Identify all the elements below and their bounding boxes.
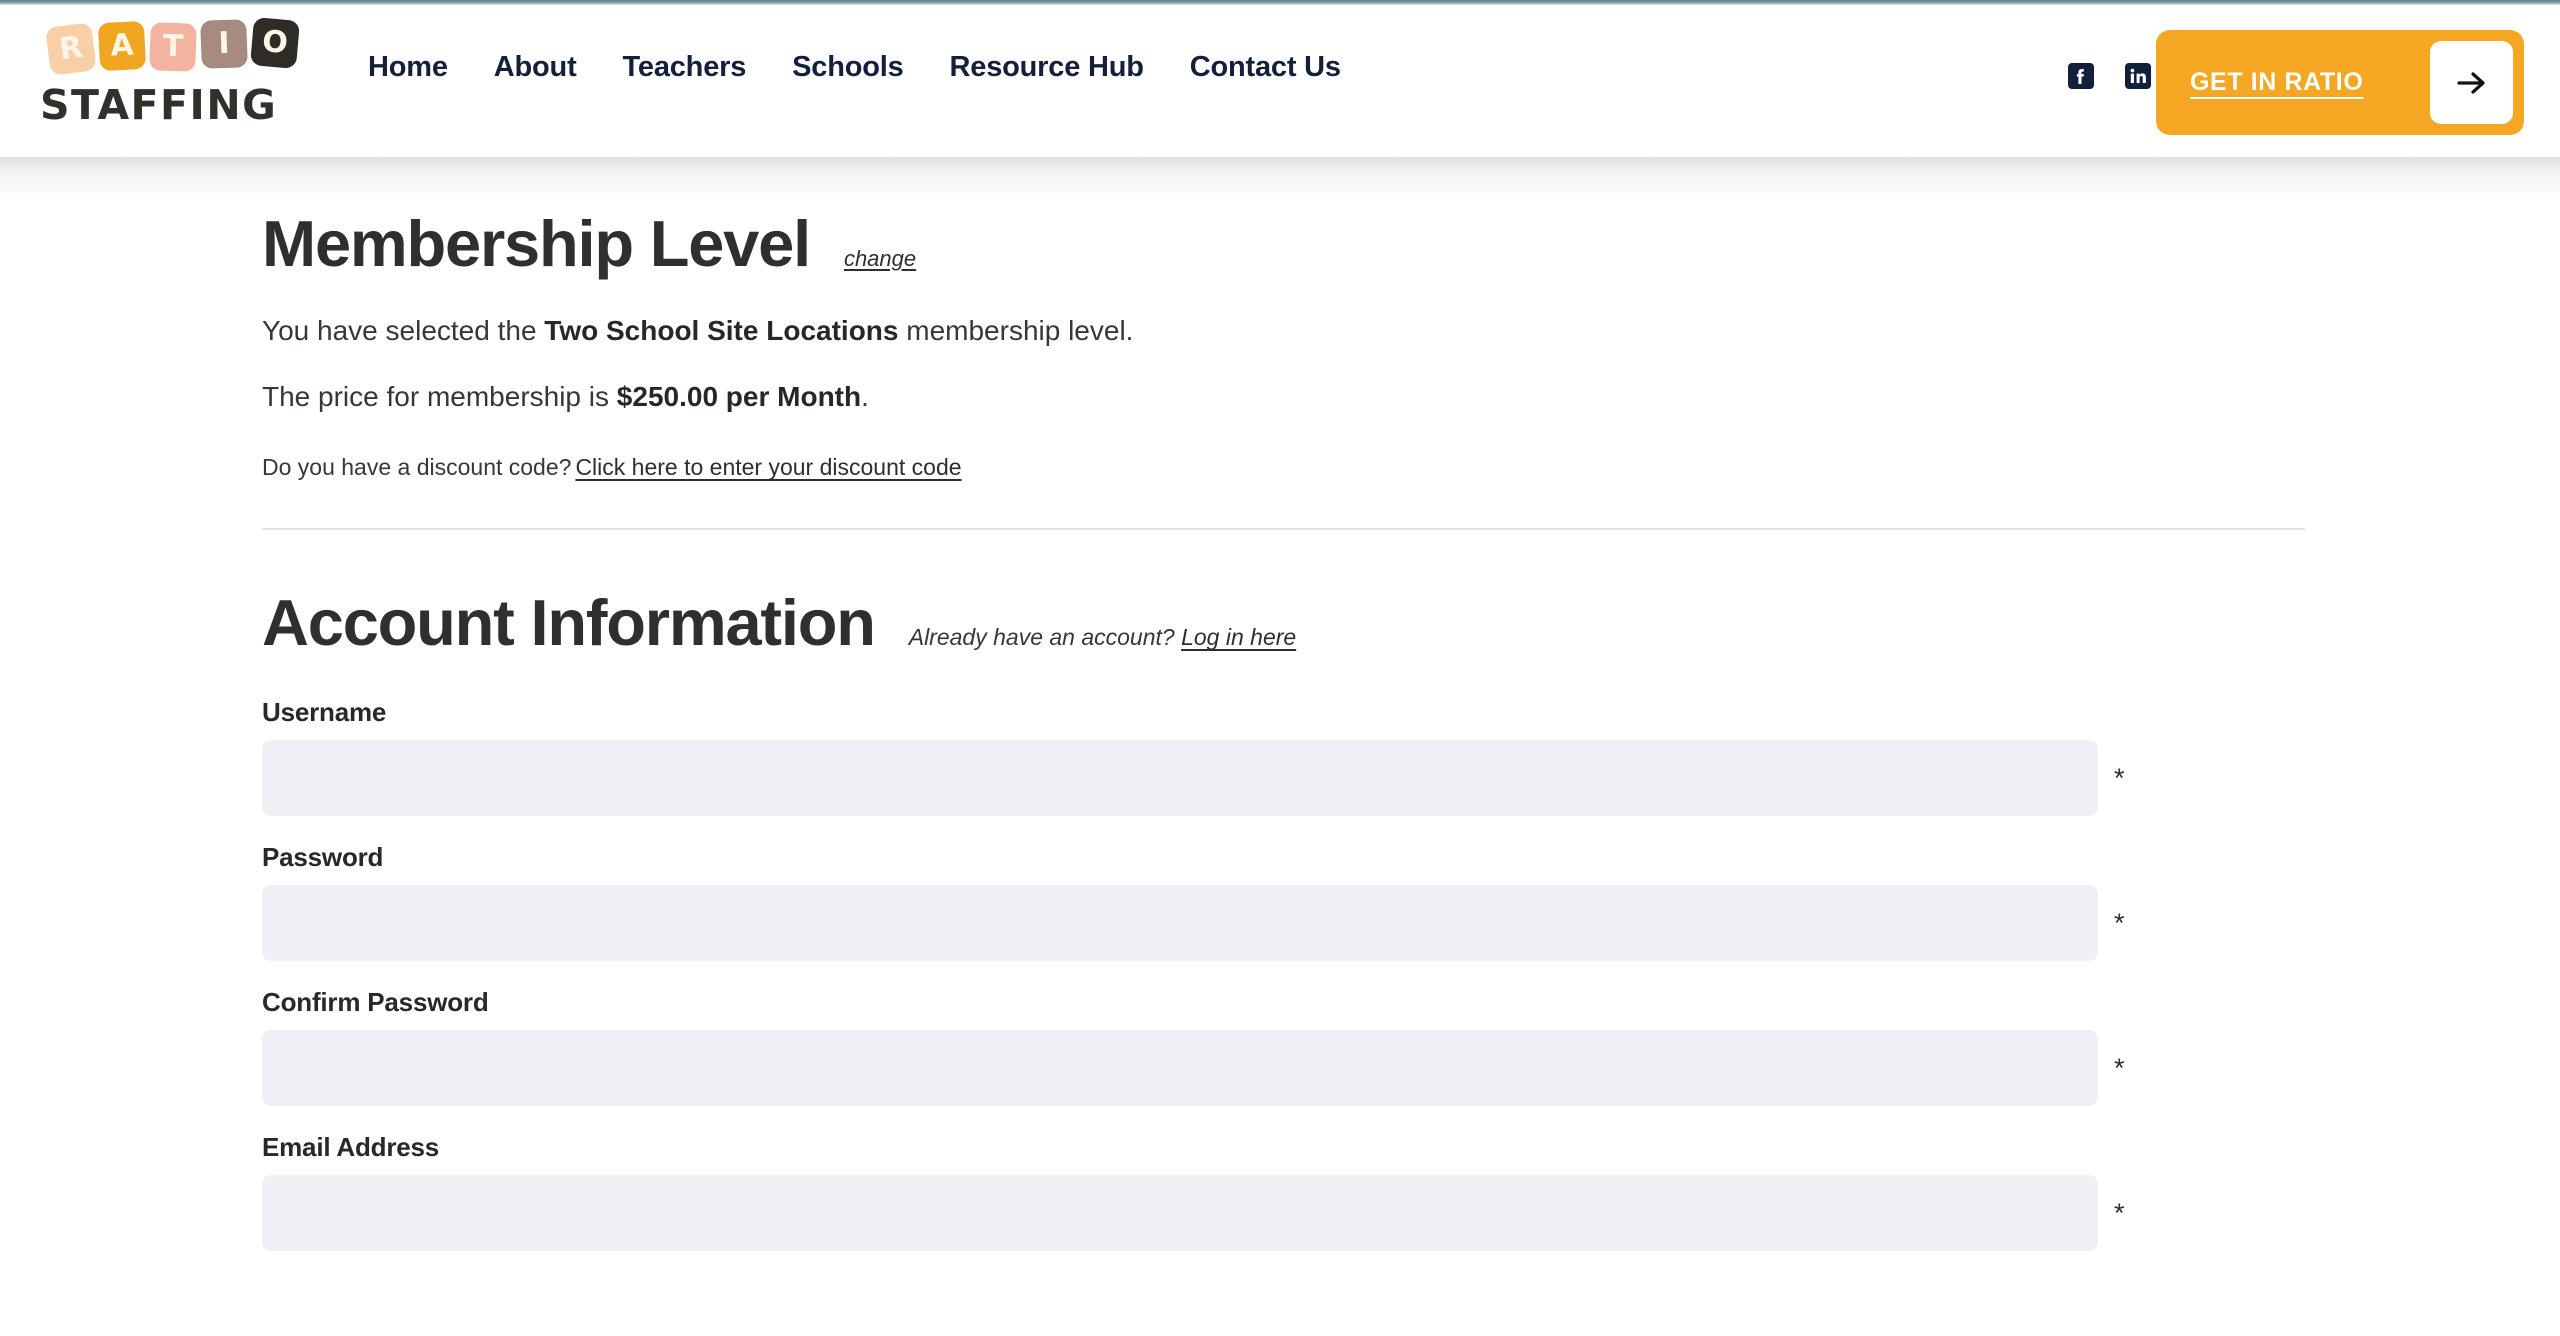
logo-tile-r: R [45, 22, 97, 76]
linkedin-icon[interactable] [2125, 63, 2151, 89]
price-suffix: . [861, 381, 869, 413]
section-divider [262, 528, 2305, 531]
nav-item-about[interactable]: About [494, 51, 577, 84]
field-password: Password * [262, 842, 2305, 962]
logo-tile-i: I [200, 19, 248, 69]
discount-code-row: Do you have a discount code? Click here t… [262, 454, 2305, 481]
password-row: * [262, 885, 2305, 962]
logo-tile-a: A [97, 20, 147, 72]
username-required-marker: * [2114, 762, 2125, 793]
site-header: R A T I O STAFFING Home About Teachers S… [0, 5, 2560, 157]
account-information-heading-row: Account Information Already have an acco… [262, 590, 2305, 655]
facebook-icon[interactable] [2068, 63, 2094, 89]
selected-level-name: Two School Site Locations [544, 315, 899, 346]
nav-item-schools[interactable]: Schools [792, 51, 904, 84]
log-in-here-link[interactable]: Log in here [1181, 624, 1296, 650]
nav-item-resource-hub[interactable]: Resource Hub [950, 51, 1144, 84]
nav-item-home[interactable]: Home [368, 51, 448, 84]
email-address-label: Email Address [262, 1132, 440, 1163]
nav-item-contact-us[interactable]: Contact Us [1190, 51, 1341, 84]
get-in-ratio-button[interactable]: GET IN RATIO [2156, 30, 2524, 135]
logo-wordmark: STAFFING [40, 81, 278, 129]
arrow-right-icon [2430, 41, 2513, 124]
selected-prefix: You have selected the [262, 315, 545, 346]
discount-code-link[interactable]: Click here to enter your discount code [575, 454, 961, 480]
main-navigation: Home About Teachers Schools Resource Hub… [368, 51, 1341, 84]
page-body: Membership Level change You have selecte… [0, 157, 2560, 1336]
membership-level-title: Membership Level [262, 207, 811, 280]
login-note: Already have an account? Log in here [909, 624, 1296, 651]
selected-suffix: membership level. [898, 315, 1134, 346]
membership-price-text: The price for membership is $250.00 per … [262, 377, 2305, 416]
field-email-address: Email Address * [262, 1132, 2305, 1252]
logo-tiles: R A T I O [38, 17, 308, 77]
confirm-password-row: * [262, 1030, 2305, 1107]
logo-tile-t: T [149, 22, 197, 72]
username-row: * [262, 740, 2305, 817]
email-address-row: * [262, 1175, 2305, 1252]
password-input[interactable] [262, 885, 2098, 962]
email-address-input[interactable] [262, 1175, 2098, 1252]
field-username: Username * [262, 697, 2305, 817]
username-input[interactable] [262, 740, 2098, 817]
email-address-required-marker: * [2114, 1197, 2125, 1228]
confirm-password-input[interactable] [262, 1030, 2098, 1107]
change-membership-link[interactable]: change [844, 246, 916, 272]
password-required-marker: * [2114, 907, 2125, 938]
logo-tile-o: O [249, 17, 301, 69]
site-logo[interactable]: R A T I O STAFFING [38, 17, 308, 137]
nav-item-teachers[interactable]: Teachers [623, 51, 747, 84]
username-label: Username [262, 697, 387, 728]
price-prefix: The price for membership is [262, 381, 617, 413]
price-value: $250.00 per Month [616, 381, 862, 413]
selected-level-text: You have selected the Two School Site Lo… [262, 311, 2305, 350]
content-container: Membership Level change You have selecte… [262, 157, 2305, 1277]
discount-question-label: Do you have a discount code? [262, 454, 572, 481]
confirm-password-label: Confirm Password [262, 987, 489, 1018]
membership-level-heading-row: Membership Level change [262, 211, 2305, 276]
password-label: Password [262, 842, 384, 873]
field-confirm-password: Confirm Password * [262, 987, 2305, 1107]
get-in-ratio-label: GET IN RATIO [2190, 68, 2364, 96]
account-registration-form: Username * Password * Confirm Password * [262, 697, 2305, 1252]
account-information-title: Account Information [262, 586, 876, 660]
login-note-text: Already have an account? [908, 624, 1175, 651]
confirm-password-required-marker: * [2114, 1052, 2125, 1083]
